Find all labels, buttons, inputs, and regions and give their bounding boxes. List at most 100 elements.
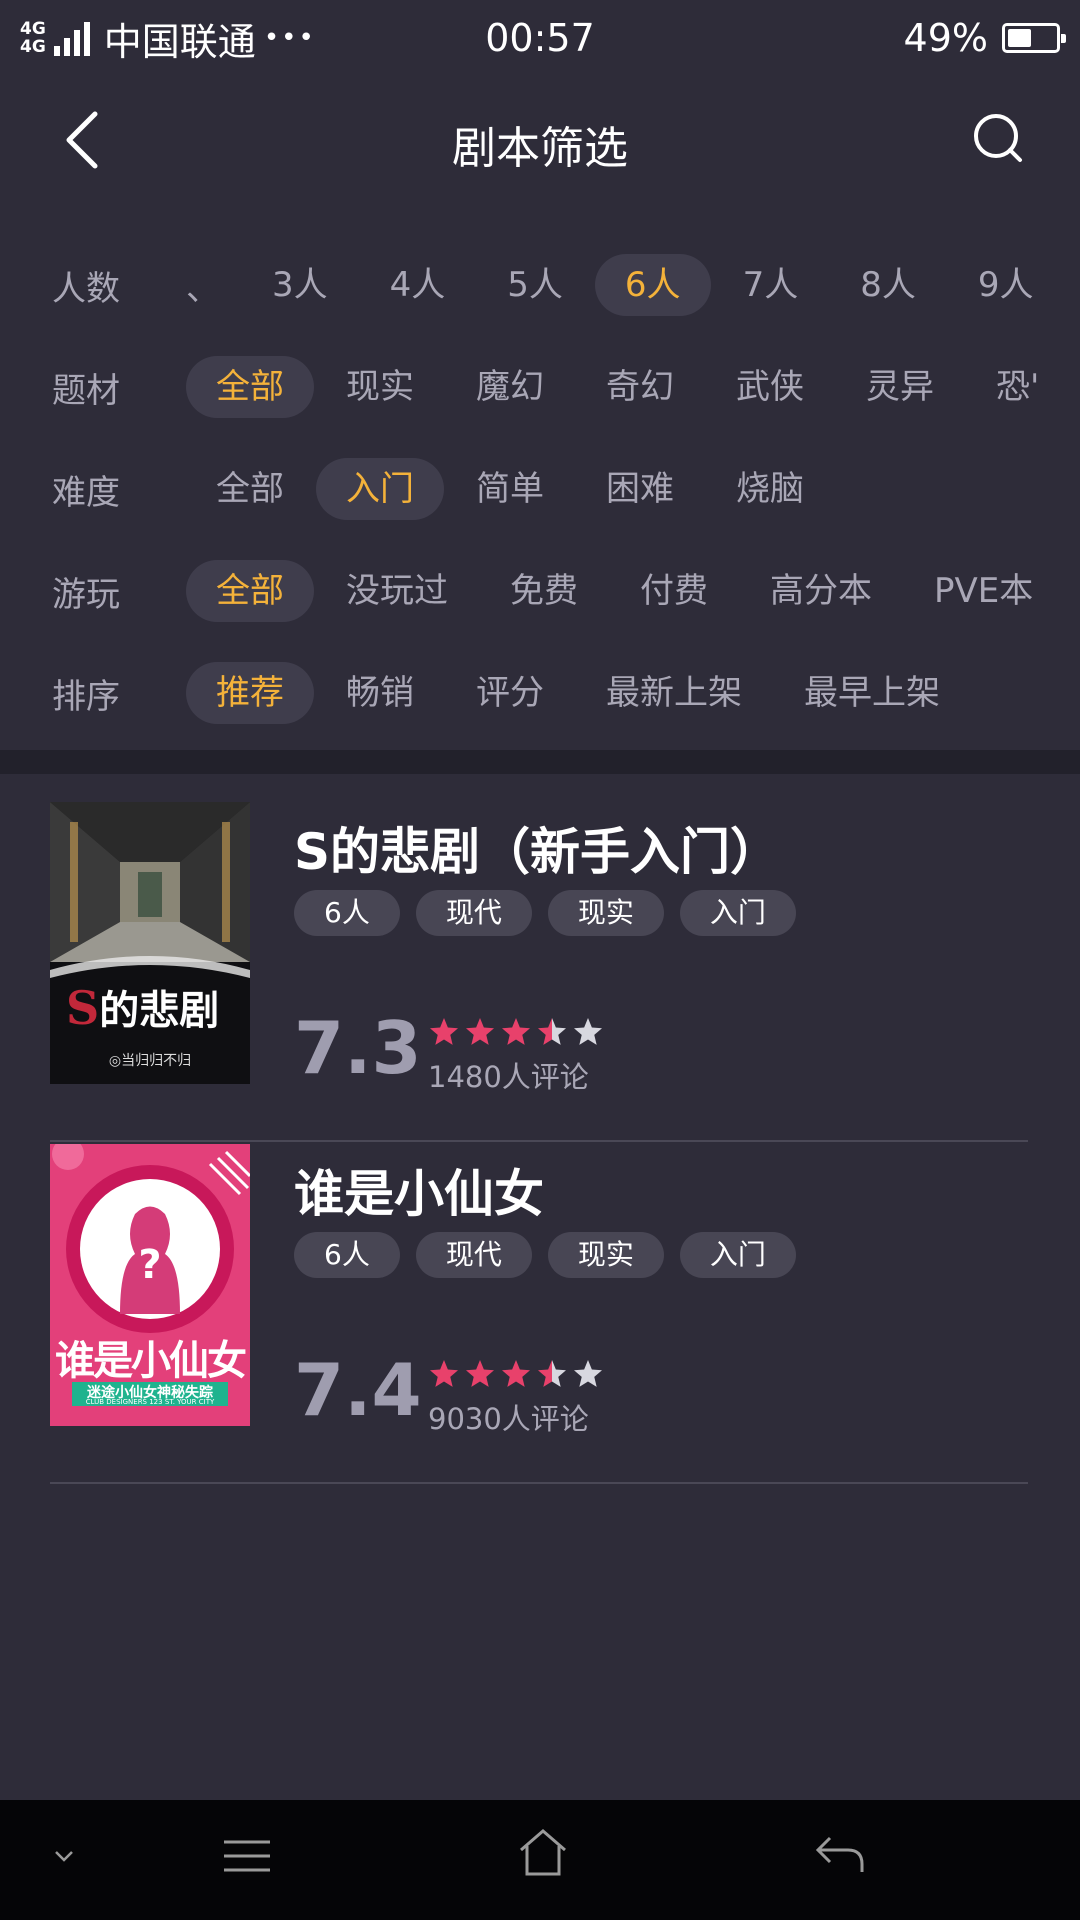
filter-chip[interactable]: 全部 xyxy=(186,458,314,520)
cover-author: ◎当归归不归 xyxy=(108,1053,192,1069)
tag: 现实 xyxy=(547,890,664,936)
filter-chip[interactable]: 9人 xyxy=(948,254,1050,316)
battery-icon xyxy=(1002,23,1066,53)
cover-banner-small: CLUB DESIGNERS 123 ST. YOUR CITY xyxy=(85,1398,215,1406)
menu-button[interactable] xyxy=(222,1836,272,1880)
filter-chip[interactable]: 入门 xyxy=(316,458,444,520)
rating-score: 7.4 xyxy=(294,1348,422,1432)
filter-chip[interactable]: 简单 xyxy=(446,458,574,520)
network-type-bottom: 4G xyxy=(20,37,46,57)
filter-chip[interactable]: 推荐 xyxy=(186,662,314,724)
status-dots: ••• xyxy=(263,23,316,53)
filter-label: 题材 xyxy=(52,370,120,411)
home-button[interactable] xyxy=(518,1828,568,1882)
status-right: 49% xyxy=(904,16,1066,60)
tag: 6人 xyxy=(294,890,400,936)
filter-chip[interactable]: 7人 xyxy=(713,254,829,316)
carrier-name: 中国联通 xyxy=(103,19,256,64)
return-button[interactable] xyxy=(814,1834,866,1878)
filter-row: 难度 全部 入门 简单 困难 烧脑 xyxy=(0,438,1080,540)
filter-chip[interactable]: 高分本 xyxy=(740,560,902,622)
section-divider xyxy=(0,750,1080,774)
filter-chip[interactable]: 6人 xyxy=(594,254,711,316)
menu-icon xyxy=(224,1840,270,1872)
filter-chip[interactable]: 武侠 xyxy=(706,356,834,418)
header-bar: 剧本筛选 xyxy=(0,90,1080,190)
page-title: 剧本筛选 xyxy=(452,123,628,174)
filter-chip[interactable]: 灵异 xyxy=(836,356,964,418)
tag-list: 6人 现代 现实 入门 xyxy=(294,890,796,936)
filter-options: 、 3人 4人 5人 6人 7人 8人 9人 xyxy=(186,254,1050,316)
filter-chip[interactable]: 没玩过 xyxy=(316,560,478,622)
filter-chip[interactable]: PVE本 xyxy=(904,560,1050,622)
list-item[interactable]: S的悲剧 ◎当归归不归 S的悲剧（新手入门） 6人 现代 现实 入门 7.3 1… xyxy=(50,802,1028,1142)
review-count: 9030人评论 xyxy=(428,1402,589,1436)
script-title[interactable]: 谁是小仙女 xyxy=(294,1154,544,1226)
tag: 现实 xyxy=(547,1232,664,1278)
star-rating xyxy=(428,1358,604,1390)
search-icon xyxy=(974,114,1022,162)
filter-row: 游玩 全部 没玩过 免费 付费 高分本 PVE本 xyxy=(0,540,1080,642)
filter-chip[interactable]: 困难 xyxy=(576,458,704,520)
star-icon xyxy=(502,1018,530,1045)
filter-options: 全部 入门 简单 困难 烧脑 xyxy=(186,458,1050,520)
collapse-button[interactable] xyxy=(52,1844,76,1872)
star-icon xyxy=(574,1018,602,1045)
filter-chip[interactable]: 奇幻 xyxy=(576,356,704,418)
filter-label: 难度 xyxy=(52,472,120,513)
tag-list: 6人 现代 现实 入门 xyxy=(294,1232,796,1278)
filter-panel: 人数、 3人 4人 5人 6人 7人 8人 9人 题材 全部 现实 魔幻 奇幻 武侠 灵异 恐' 难度 全部 入门简… xyxy=(0,234,1080,744)
filter-chip[interactable]: 全部 xyxy=(186,356,314,418)
star-icon xyxy=(466,1018,494,1045)
filter-chip[interactable]: 8人 xyxy=(830,254,946,316)
filter-chip[interactable]: 现实 xyxy=(316,356,444,418)
tag: 现代 xyxy=(415,890,532,936)
filter-chip[interactable]: 全部 xyxy=(186,560,314,622)
filter-chip[interactable]: 最早上架 xyxy=(774,662,970,724)
filter-chip[interactable]: 评分 xyxy=(446,662,574,724)
list-item-2-wrapper: ? 谁是小仙女 迷途小仙女神秘失踪 CLUB DESIGNERS 123 ST.… xyxy=(50,1144,1028,1484)
filter-chip[interactable]: 畅销 xyxy=(316,662,444,724)
star-icon xyxy=(538,1018,566,1045)
review-count: 1480人评论 xyxy=(428,1060,589,1094)
cover-image[interactable]: ? 谁是小仙女 迷途小仙女神秘失踪 CLUB DESIGNERS 123 ST.… xyxy=(50,1144,250,1426)
tag: 现代 xyxy=(415,1232,532,1278)
home-icon xyxy=(520,1829,566,1876)
tag: 入门 xyxy=(679,890,796,936)
filter-chip[interactable]: 恐' xyxy=(966,356,1050,418)
signal-icon xyxy=(53,20,90,56)
network-type-top: 4G xyxy=(20,19,46,39)
filter-label: 游玩 xyxy=(52,574,120,615)
filter-chip[interactable]: 5人 xyxy=(477,254,593,316)
status-left: 4G 4G 中国联通 ••• xyxy=(20,11,316,66)
search-button[interactable] xyxy=(970,110,1030,170)
star-rating xyxy=(428,1016,604,1048)
filter-row: 人数 、 3人 4人 5人 6人 7人 8人 9人 xyxy=(0,234,1080,336)
filter-row: 排序 推荐 畅销 评分 最新上架 最早上架 xyxy=(0,642,1080,744)
filter-chip[interactable]: 最新上架 xyxy=(576,662,772,724)
network-type: 4G 4G xyxy=(20,20,46,56)
filter-label: 排序 xyxy=(52,676,120,717)
return-icon xyxy=(815,1836,864,1872)
cover-title: S的悲剧 xyxy=(66,978,219,1036)
cover-image[interactable]: S的悲剧 ◎当归归不归 xyxy=(50,802,250,1084)
filter-chip[interactable]: 付费 xyxy=(610,560,738,622)
filter-chip[interactable]: 魔幻 xyxy=(446,356,574,418)
filter-options: 全部 没玩过 免费 付费 高分本 PVE本 xyxy=(186,560,1050,622)
star-icon xyxy=(574,1360,602,1387)
cover-title-rest: 的悲剧 xyxy=(99,988,220,1034)
filter-row: 题材 全部 现实 魔幻 奇幻 武侠 灵异 恐' xyxy=(0,336,1080,438)
script-list: S的悲剧 ◎当归归不归 S的悲剧（新手入门） 6人 现代 现实 入门 7.3 1… xyxy=(50,802,1028,1142)
filter-chip[interactable]: 3人 xyxy=(242,254,358,316)
filter-chip[interactable]: 免费 xyxy=(480,560,608,622)
script-title[interactable]: S的悲剧（新手入门） xyxy=(294,812,780,884)
filter-option-clipped[interactable]: 、 xyxy=(186,261,220,310)
filter-chip[interactable]: 烧脑 xyxy=(706,458,834,520)
status-bar: 4G 4G 中国联通 ••• 00:57 49% xyxy=(0,0,1080,76)
row-divider xyxy=(50,1482,1028,1484)
corridor-cover-art xyxy=(50,802,250,1084)
star-icon xyxy=(538,1360,566,1387)
star-icon xyxy=(466,1360,494,1387)
filter-options: 推荐 畅销 评分 最新上架 最早上架 xyxy=(186,662,1050,724)
filter-chip[interactable]: 4人 xyxy=(360,254,476,316)
